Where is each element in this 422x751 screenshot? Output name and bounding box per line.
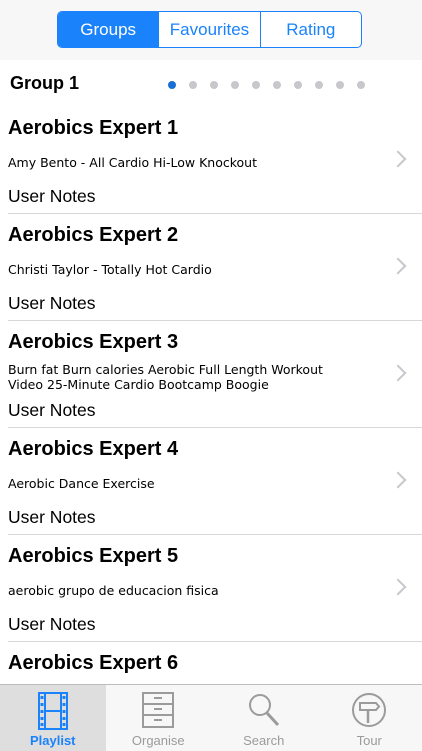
tab-label: Organise [132,733,185,748]
cabinet-icon [141,692,175,728]
page-dot[interactable] [336,81,344,89]
segmented-control: Groups Favourites Rating [57,11,362,48]
film-icon [38,692,68,730]
chevron-right-icon[interactable] [390,472,407,489]
item-title: Aerobics Expert 6 [8,652,178,675]
user-notes-label[interactable]: User Notes [8,293,96,314]
tab-search[interactable]: Search [211,685,317,751]
segment-rating[interactable]: Rating [261,12,361,47]
list-item[interactable]: Aerobics Expert 3 Burn fat Burn calories… [8,321,422,428]
list-item[interactable]: Aerobics Expert 5 aerobic grupo de educa… [8,535,422,642]
tab-tour[interactable]: Tour [317,685,422,751]
item-title: Aerobics Expert 1 [8,117,178,140]
item-subtitle: Christi Taylor - Totally Hot Cardio [8,262,348,277]
page-indicator[interactable] [168,81,378,89]
magnifier-icon [247,692,281,728]
item-title: Aerobics Expert 4 [8,438,178,461]
chevron-right-icon[interactable] [390,258,407,275]
tab-bar: Playlist Organise Search Tour [0,684,422,751]
top-bar: Groups Favourites Rating [0,0,422,60]
tab-label: Search [243,733,284,748]
segment-groups[interactable]: Groups [58,12,159,47]
item-subtitle: Aerobic Dance Exercise [8,476,348,491]
chevron-right-icon[interactable] [390,365,407,382]
playlist-list: Aerobics Expert 1 Amy Bento - All Cardio… [0,107,422,749]
tab-label: Playlist [30,733,76,748]
item-title: Aerobics Expert 3 [8,331,178,354]
page-dot[interactable] [357,81,365,89]
list-item[interactable]: Aerobics Expert 1 Amy Bento - All Cardio… [8,107,422,214]
page-dot[interactable] [168,81,176,89]
item-subtitle: Burn fat Burn calories Aerobic Full Leng… [8,362,348,392]
user-notes-label[interactable]: User Notes [8,186,96,207]
page-dot[interactable] [273,81,281,89]
user-notes-label[interactable]: User Notes [8,507,96,528]
page-dot[interactable] [231,81,239,89]
item-subtitle: aerobic grupo de educacion fisica [8,583,348,598]
chevron-right-icon[interactable] [390,579,407,596]
page-dot[interactable] [252,81,260,89]
item-title: Aerobics Expert 2 [8,224,178,247]
group-title: Group 1 [10,73,79,94]
page-dot[interactable] [210,81,218,89]
user-notes-label[interactable]: User Notes [8,400,96,421]
tab-label: Tour [357,733,382,748]
user-notes-label[interactable]: User Notes [8,614,96,635]
segment-favourites[interactable]: Favourites [159,12,260,47]
page-dot[interactable] [294,81,302,89]
page-dot[interactable] [315,81,323,89]
tab-organise[interactable]: Organise [106,685,212,751]
page-dot[interactable] [189,81,197,89]
list-item[interactable]: Aerobics Expert 4 Aerobic Dance Exercise… [8,428,422,535]
item-subtitle: Amy Bento - All Cardio Hi-Low Knockout [8,155,348,170]
signpost-icon [351,692,387,728]
list-item[interactable]: Aerobics Expert 2 Christi Taylor - Total… [8,214,422,321]
chevron-right-icon[interactable] [390,151,407,168]
item-title: Aerobics Expert 5 [8,545,178,568]
tab-playlist[interactable]: Playlist [0,685,106,751]
